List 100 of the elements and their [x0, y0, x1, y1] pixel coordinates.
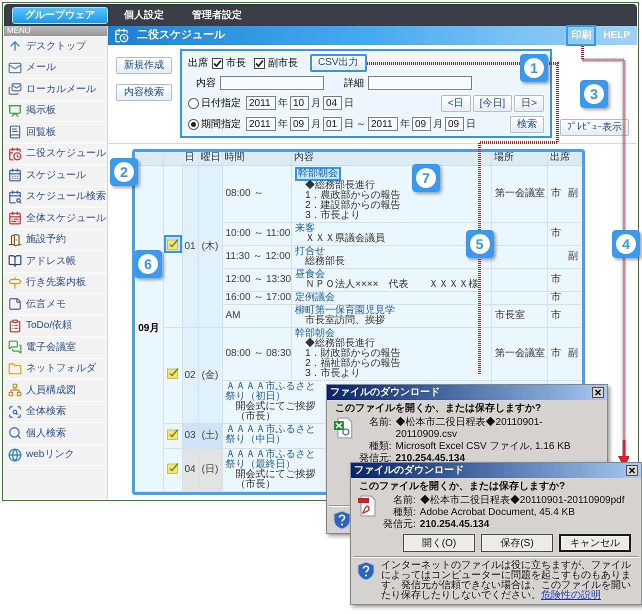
date-nav-button[interactable]: 検索 [510, 116, 544, 132]
date-field[interactable]: 01 [323, 117, 342, 131]
menu-item[interactable]: ToDo/依頼 [4, 316, 107, 337]
date-field[interactable]: 2011 [246, 117, 276, 131]
dialog-question: このファイルを開くか、または保存しますか? [358, 480, 566, 494]
unit-label: 年 [278, 118, 288, 132]
unit-label: 年 [400, 118, 410, 132]
table-cell: 市長室 [492, 304, 548, 327]
field-label: 種類: [392, 507, 416, 519]
dialog-button[interactable]: キャンセル [559, 534, 631, 552]
attendance-mark: 副 [568, 348, 578, 358]
event-link[interactable]: 来客 [295, 224, 316, 234]
checked-note-icon[interactable] [166, 367, 178, 379]
action-button[interactable]: 新規作成 [116, 57, 172, 74]
field-label: 内容 [196, 76, 216, 90]
menu-item[interactable]: 伝言メモ [4, 294, 107, 316]
menu-item[interactable]: スケジュール検索 [4, 186, 107, 208]
date-field[interactable]: 09 [290, 117, 309, 131]
event-link[interactable]: ＡＡＡＡ市ふるさと祭り（初日） [226, 382, 324, 402]
table-cell: AM [222, 304, 292, 327]
table-cell: 第一会議室 [492, 165, 548, 222]
menu-item[interactable]: 電子会議室 [4, 337, 107, 358]
envelopes-icon [8, 82, 22, 96]
detail-text: 総務部長 [304, 256, 346, 266]
checkbox[interactable] [254, 58, 265, 68]
preview-button[interactable]: ﾌﾟﾚﾋﾞｭｰ表示 [560, 119, 629, 136]
date-field[interactable]: 2011 [246, 96, 276, 110]
date-field[interactable]: 2011 [368, 117, 398, 131]
menu-item[interactable]: 掲示板 [4, 100, 107, 122]
date-field[interactable]: 09 [412, 117, 431, 131]
event-link[interactable]: 柳町第一保育園児見学 [295, 306, 396, 316]
table-cell: 08:00 ～ 08:30 [222, 327, 292, 380]
calendar-search-icon [8, 190, 22, 204]
dialog-title: ファイルのダウンロード [330, 386, 440, 398]
event-link[interactable]: ＡＡＡＡ市ふるさと祭り（最終日） [226, 450, 324, 470]
menu-item[interactable]: アドレス帳 [4, 251, 107, 272]
date-field[interactable]: 09 [445, 117, 464, 131]
table-cell: 16:00 ～ 17:00 [222, 291, 292, 304]
date-field[interactable]: 04 [323, 96, 342, 110]
column-header: 曜日 [198, 152, 222, 165]
event-link[interactable]: 打合せ [295, 246, 326, 256]
checked-note-icon[interactable] [166, 238, 178, 250]
menu-item[interactable]: 人員構成図 [4, 380, 107, 402]
column-header: 日 [182, 152, 198, 165]
menu-item[interactable]: 全体検索 [4, 402, 107, 423]
attendance-mark: 市 [551, 348, 562, 358]
checkbox[interactable] [212, 58, 223, 68]
csv-export-button[interactable]: CSV出力 [310, 54, 367, 72]
text-field[interactable] [220, 76, 324, 90]
event-link[interactable]: 昼食会 [295, 270, 326, 280]
date-nav-button[interactable]: 日> [514, 94, 544, 112]
table-cell: 04 [182, 448, 198, 491]
menu-item[interactable]: 行き先案内板 [4, 272, 107, 294]
menu-item[interactable]: ローカルメール [4, 79, 107, 100]
book-icon [8, 125, 22, 140]
date-nav-button[interactable]: <日 [440, 94, 471, 112]
org-chart-icon [8, 383, 22, 398]
top-tab[interactable]: 管理者設定 [180, 6, 254, 24]
unit-label: ～ [356, 118, 366, 132]
attendance-label: 出席 [188, 56, 208, 70]
menu-item[interactable]: webリンク [4, 444, 107, 466]
menu-item[interactable]: 施設予約 [4, 230, 107, 251]
menu-item[interactable]: 全体スケジュール [4, 208, 107, 230]
radio-button[interactable] [188, 98, 199, 108]
menu-item[interactable]: 二役スケジュール [4, 144, 107, 165]
menu-item[interactable]: デスクトップ [4, 36, 107, 58]
date-nav-button[interactable]: [今日] [472, 94, 512, 112]
radio-button[interactable] [188, 118, 199, 130]
checked-note-icon[interactable] [166, 428, 178, 440]
action-button[interactable]: 内容検索 [116, 84, 172, 101]
menu-item[interactable]: 回覧板 [4, 122, 107, 144]
unit-label: 月 [311, 118, 321, 132]
globe-icon [8, 448, 22, 462]
chat-icon [8, 340, 22, 354]
dialog-button[interactable]: 開く(O) [403, 534, 475, 552]
text-field[interactable] [368, 76, 472, 90]
menu-item[interactable]: ネットフォルダ [4, 358, 107, 380]
event-link[interactable]: 幹部朝会 [295, 328, 336, 338]
attendance-mark: 副 [568, 188, 578, 198]
date-field[interactable]: 10 [290, 96, 309, 110]
help-link[interactable]: 危険性の説明 [541, 590, 601, 601]
close-icon[interactable] [626, 465, 638, 476]
event-link[interactable]: 定例議会 [295, 292, 336, 302]
detail-text: 3．市長より [304, 368, 361, 378]
top-tab[interactable]: 個人設定 [112, 6, 176, 24]
checkbox-label: 市長 [226, 56, 246, 70]
field-label: 発信元: [358, 453, 392, 465]
checked-note-icon[interactable] [166, 462, 178, 474]
menu-item[interactable]: スケジュール [4, 165, 107, 186]
event-link[interactable]: 幹部朝会 [295, 166, 342, 180]
callout-badge: 1 [520, 54, 548, 82]
detail-text: 開会式にてご挨拶（市長） [234, 402, 316, 422]
close-icon[interactable] [592, 387, 604, 398]
dialog-button[interactable]: 保存(S) [481, 534, 553, 552]
event-link[interactable]: ＡＡＡＡ市ふるさと祭り（中日） [226, 424, 324, 444]
menu-item[interactable]: メール [4, 58, 107, 79]
table-cell: 11:30 ～ 12:00 [222, 245, 292, 268]
checkbox-label: 副市長 [268, 56, 298, 70]
menu-item[interactable]: 個人検索 [4, 423, 107, 444]
envelope-icon [8, 60, 22, 75]
